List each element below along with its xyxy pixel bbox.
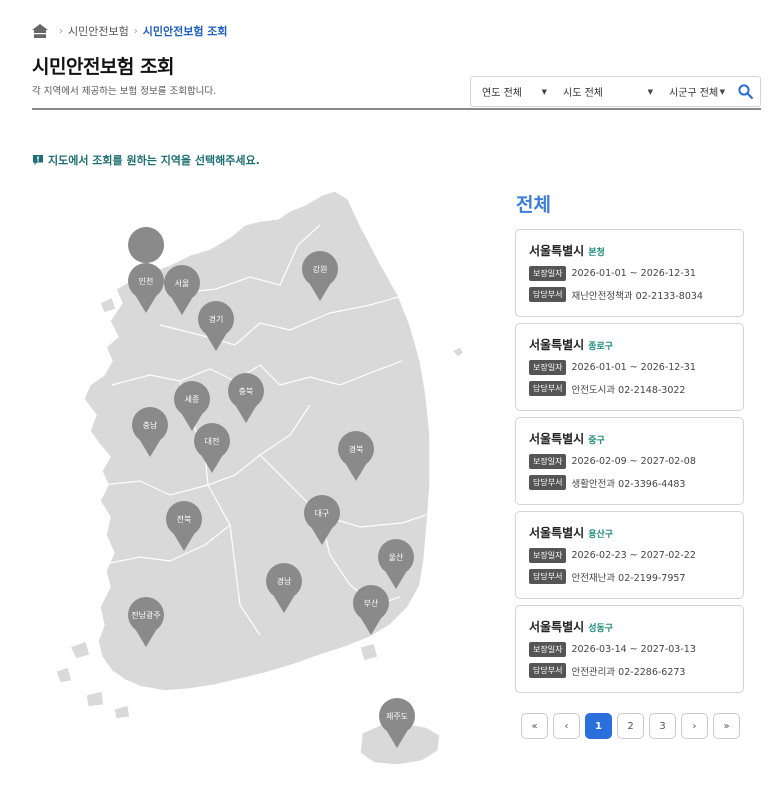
card-dept: 안전도시과 02-2148-3022 <box>571 384 686 396</box>
map-pin-label: 세종 <box>185 395 200 404</box>
map-pin-label: 서울 <box>175 279 190 288</box>
results-title: 전체 <box>516 194 551 216</box>
card-dept: 안전재난과 02-2199-7957 <box>571 572 686 584</box>
card-subregion: 본청 <box>588 248 605 258</box>
map-pin-label: 제주도 <box>386 712 408 721</box>
map-pin-label: 인천 <box>139 276 154 286</box>
caret-down-icon: ▼ <box>719 87 725 96</box>
period-badge: 보장일자 <box>529 548 567 563</box>
map-region-sw-islands-1[interactable] <box>69 640 91 660</box>
year-select-value: 연도 전체 <box>482 88 522 99</box>
alert-icon <box>33 155 43 165</box>
notice-text: 지도에서 조회를 원하는 지역을 선택해주세요. <box>48 154 260 167</box>
card-subregion: 용산구 <box>588 530 614 540</box>
card-region: 서울특별시 <box>529 526 585 540</box>
card-period: 2026-03-14 ~ 2027-03-13 <box>571 644 696 655</box>
sigungu-select-value: 시군구 전체 <box>669 88 719 99</box>
insurance-card[interactable]: 서울특별시 성동구 보장일자 2026-03-14 ~ 2027-03-13 담당부… <box>515 605 744 693</box>
map-pin-label: 경기 <box>209 314 224 324</box>
map-pin-label: 울산 <box>389 552 404 562</box>
card-period: 2026-02-23 ~ 2027-02-22 <box>571 550 696 561</box>
search-icon <box>737 84 753 99</box>
insurance-card[interactable]: 서울특별시 중구 보장일자 2026-02-09 ~ 2027-02-08 담당부서… <box>515 417 744 505</box>
first-page-button[interactable]: « <box>521 713 548 739</box>
year-select[interactable]: 연도 전체 ▼ <box>471 77 553 106</box>
map-region-sw-islands-4[interactable] <box>113 704 131 720</box>
last-page-button[interactable]: » <box>713 713 740 739</box>
period-badge: 보장일자 <box>529 266 567 281</box>
page-button-2[interactable]: 2 <box>617 713 644 739</box>
card-region: 서울특별시 <box>529 620 585 634</box>
map-region-geoje[interactable] <box>359 642 379 662</box>
page-button-3[interactable]: 3 <box>649 713 676 739</box>
page-description: 각 지역에서 제공하는 보험 정보를 조회합니다. <box>32 86 217 97</box>
page-title: 시민안전보험 조회 <box>32 56 174 78</box>
map-pin-label: 전북 <box>177 514 192 524</box>
caret-down-icon: ▼ <box>541 87 547 96</box>
korea-map[interactable]: 인천 서울 경기 강원 충북 세종 충남 대전 경북 대구 전북 울산 경남 부… <box>30 185 490 785</box>
insurance-card[interactable]: 서울특별시 종로구 보장일자 2026-01-01 ~ 2026-12-31 담당부… <box>515 323 744 411</box>
card-period: 2026-01-01 ~ 2026-12-31 <box>571 362 696 373</box>
breadcrumb-item-insurance[interactable]: 시민안전보험 <box>68 23 129 39</box>
map-pin-label: 경북 <box>349 444 364 454</box>
map-pin-label: 대구 <box>315 509 330 518</box>
card-period: 2026-02-09 ~ 2027-02-08 <box>571 456 696 467</box>
dept-badge: 담당부서 <box>529 569 567 584</box>
card-period: 2026-01-01 ~ 2026-12-31 <box>571 268 696 279</box>
breadcrumb-item-current: 시민안전보험 조회 <box>142 25 228 38</box>
map-pin-label: 경남 <box>277 576 292 586</box>
dept-badge: 담당부서 <box>529 663 567 678</box>
period-badge: 보장일자 <box>529 454 567 469</box>
card-subregion: 성동구 <box>588 624 614 634</box>
map-region-ulleung[interactable] <box>450 346 465 358</box>
sido-select-value: 시도 전체 <box>563 88 603 99</box>
dept-badge: 담당부서 <box>529 287 567 302</box>
header-divider <box>32 108 761 110</box>
filter-bar: 연도 전체 ▼ 시도 전체 ▼ 시군구 전체 ▼ <box>470 76 761 107</box>
dept-badge: 담당부서 <box>529 475 567 490</box>
next-page-button[interactable]: › <box>681 713 708 739</box>
map-pin-label: 전남광주 <box>131 610 160 620</box>
card-dept: 생활안전과 02-3396-4483 <box>571 478 686 490</box>
card-subregion: 중구 <box>588 436 605 446</box>
caret-down-icon: ▼ <box>647 87 653 96</box>
notice: 지도에서 조회를 원하는 지역을 선택해주세요. <box>32 152 260 168</box>
page-button-1[interactable]: 1 <box>585 713 612 739</box>
sido-select[interactable]: 시도 전체 ▼ <box>553 77 659 106</box>
insurance-card[interactable]: 서울특별시 본청 보장일자 2026-01-01 ~ 2026-12-31 담당부서… <box>515 229 744 317</box>
dept-badge: 담당부서 <box>529 381 567 396</box>
card-region: 서울특별시 <box>529 338 585 352</box>
prev-page-button[interactable]: ‹ <box>553 713 580 739</box>
breadcrumb: › 시민안전보험 › 시민안전보험 조회 <box>32 23 228 39</box>
card-region: 서울특별시 <box>529 244 585 258</box>
card-region: 서울특별시 <box>529 432 585 446</box>
card-dept: 재난안전정책과 02-2133-8034 <box>571 290 703 302</box>
results-list: 서울특별시 본청 보장일자 2026-01-01 ~ 2026-12-31 담당부서… <box>515 229 744 699</box>
card-subregion: 종로구 <box>588 342 614 352</box>
map-pin-label: 충북 <box>239 387 254 396</box>
pagination: « ‹ 1 2 3 › » <box>521 713 745 739</box>
period-badge: 보장일자 <box>529 642 567 657</box>
map-region-ganghwa[interactable] <box>99 296 117 314</box>
map-pin-label: 강원 <box>313 264 328 274</box>
map-pin-label: 부산 <box>364 598 379 608</box>
map-region-sw-islands-3[interactable] <box>85 690 105 708</box>
sigungu-select[interactable]: 시군구 전체 ▼ <box>659 77 731 106</box>
insurance-card[interactable]: 서울특별시 용산구 보장일자 2026-02-23 ~ 2027-02-22 담당부… <box>515 511 744 599</box>
home-icon[interactable] <box>32 24 48 38</box>
search-button[interactable] <box>731 77 759 106</box>
card-dept: 안전관리과 02-2286-6273 <box>571 666 686 678</box>
map-region-sw-islands-2[interactable] <box>55 666 73 684</box>
breadcrumb-separator: › <box>133 25 138 37</box>
breadcrumb-separator: › <box>59 25 63 37</box>
period-badge: 보장일자 <box>529 360 567 375</box>
map-pin-label: 충남 <box>143 421 158 430</box>
map-pin-label: 대전 <box>205 436 220 446</box>
